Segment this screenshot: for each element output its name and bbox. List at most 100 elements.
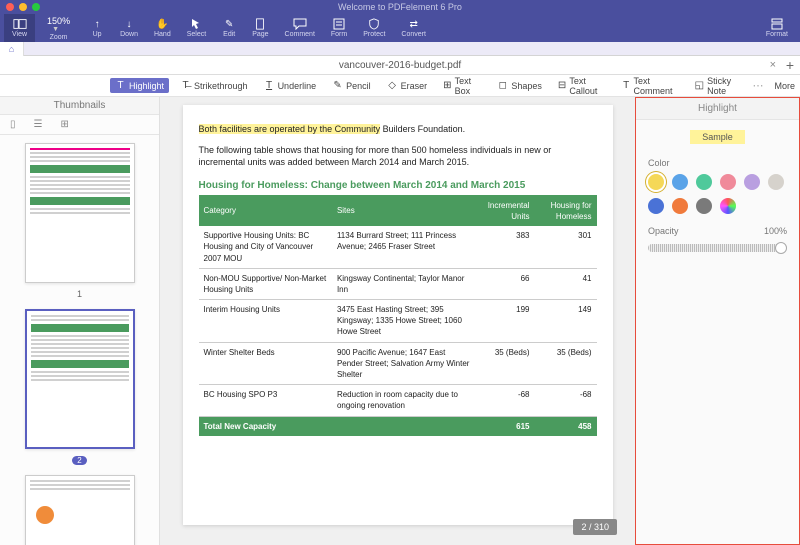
view-icon (13, 18, 27, 30)
protect-button[interactable]: Protect (355, 14, 393, 42)
color-swatch[interactable] (768, 174, 784, 190)
minimize-window-button[interactable] (19, 3, 27, 11)
thumbnails-title: Thumbnails (0, 97, 159, 115)
view-label: View (12, 31, 27, 38)
table-row: BC Housing SPO P3Reduction in room capac… (199, 385, 597, 416)
view-tab[interactable]: View (4, 14, 35, 42)
thumb-tab-pages[interactable]: ▯ (10, 119, 16, 130)
strikethrough-icon: T̶ (180, 80, 191, 91)
arrow-up-icon: ↑ (90, 18, 104, 30)
hand-button[interactable]: ✋Hand (146, 14, 179, 42)
color-swatch[interactable] (696, 174, 712, 190)
thumb-tab-grid[interactable]: ⊞ (60, 119, 68, 130)
doc-line-1: Both facilities are operated by the Comm… (199, 123, 597, 136)
page-button[interactable]: Page (244, 14, 276, 42)
up-button[interactable]: ↑Up (82, 14, 112, 42)
textcallout-tool[interactable]: ⊟Text Callout (553, 74, 611, 98)
textcomment-tool[interactable]: TText Comment (617, 74, 684, 98)
document-tab-bar: vancouver-2016-budget.pdf × + (0, 56, 800, 75)
th-homeless: Housing for Homeless (535, 196, 597, 226)
shield-icon (367, 18, 381, 30)
chevron-down-icon: ▼ (52, 26, 59, 33)
thumb-tab-outline[interactable]: ☰ (34, 119, 43, 130)
opacity-slider[interactable] (648, 244, 787, 252)
document-view[interactable]: Both facilities are operated by the Comm… (160, 97, 635, 545)
thumbnails-list[interactable]: 1 2 (0, 135, 159, 545)
table-row: Interim Housing Units3475 East Hasting S… (199, 300, 597, 343)
stickynote-icon: ◱ (695, 80, 704, 91)
th-sites: Sites (332, 196, 475, 226)
strikethrough-tool[interactable]: T̶Strikethrough (175, 78, 253, 93)
color-label: Color (636, 154, 799, 174)
more-dots: ⋯ (752, 79, 763, 92)
close-tab-button[interactable]: × (770, 59, 776, 71)
comment-button[interactable]: Comment (277, 14, 323, 42)
thumbnail-page-1[interactable] (25, 143, 135, 283)
home-tab[interactable]: ⌂ (0, 42, 24, 56)
second-bar: ⌂ (0, 42, 800, 56)
highlighted-text: Both facilities are operated by the Comm… (199, 124, 381, 134)
doc-paragraph: The following table shows that housing f… (199, 144, 597, 169)
shapes-tool[interactable]: ◻Shapes (492, 78, 547, 93)
page-indicator: 2 / 310 (573, 519, 617, 535)
color-swatch[interactable] (672, 174, 688, 190)
textbox-tool[interactable]: ⊞Text Box (438, 74, 486, 98)
highlight-sample: Sample (690, 130, 745, 144)
new-tab-button[interactable]: + (786, 57, 794, 73)
thumbnail-page-3[interactable] (25, 475, 135, 545)
thumbnails-tabs: ▯ ☰ ⊞ (0, 115, 159, 135)
form-icon (332, 18, 346, 30)
edit-icon: ✎ (222, 18, 236, 30)
color-swatches (636, 174, 799, 222)
page-icon (253, 18, 267, 30)
zoom-label: Zoom (50, 34, 68, 41)
highlight-icon: T (115, 80, 126, 91)
format-button[interactable]: Format (758, 14, 796, 42)
comment-icon (293, 18, 307, 30)
stickynote-tool[interactable]: ◱Sticky Note (690, 74, 747, 98)
color-swatch[interactable] (672, 198, 688, 214)
pencil-tool[interactable]: ✎Pencil (327, 78, 376, 93)
maximize-window-button[interactable] (32, 3, 40, 11)
color-swatch[interactable] (720, 174, 736, 190)
comment-toolbar: THighlight T̶Strikethrough TUnderline ✎P… (0, 75, 800, 97)
convert-button[interactable]: ⇄Convert (393, 14, 434, 42)
format-icon (770, 18, 784, 30)
close-window-button[interactable] (6, 3, 14, 11)
down-button[interactable]: ↓Down (112, 14, 146, 42)
thumbnail-page-2[interactable] (25, 309, 135, 449)
edit-button[interactable]: ✎Edit (214, 14, 244, 42)
underline-tool[interactable]: TUnderline (259, 78, 322, 93)
table-row: Non-MOU Supportive/ Non-Market Housing U… (199, 268, 597, 299)
highlight-tool[interactable]: THighlight (110, 78, 169, 93)
callout-icon: ⊟ (558, 80, 567, 91)
convert-icon: ⇄ (407, 18, 421, 30)
color-swatch[interactable] (696, 198, 712, 214)
more-button[interactable]: More (769, 79, 800, 93)
table-title: Housing for Homeless: Change between Mar… (199, 179, 597, 196)
eraser-icon: ◇ (387, 80, 398, 91)
color-swatch[interactable] (648, 198, 664, 214)
properties-title: Highlight (636, 98, 799, 120)
form-button[interactable]: Form (323, 14, 355, 42)
color-swatch[interactable] (744, 174, 760, 190)
thumbnails-panel: Thumbnails ▯ ☰ ⊞ 1 2 (0, 97, 160, 545)
pencil-icon: ✎ (332, 80, 343, 91)
zoom-control[interactable]: 150%▼ Zoom (35, 14, 82, 42)
color-swatch[interactable] (648, 174, 664, 190)
table-total-row: Total New Capacity615458 (199, 416, 597, 436)
document-tab[interactable]: vancouver-2016-budget.pdf (339, 60, 461, 71)
window-controls (6, 3, 40, 11)
th-category: Category (199, 196, 332, 226)
zoom-value: 150% (43, 16, 74, 26)
slider-handle[interactable] (775, 242, 787, 254)
textbox-icon: ⊞ (443, 80, 452, 91)
properties-panel: Highlight Sample Color Opacity 100% (635, 97, 800, 545)
table-row: Supportive Housing Units: BC Housing and… (199, 226, 597, 268)
select-button[interactable]: Select (179, 14, 214, 42)
housing-table: Category Sites Incremental Units Housing… (199, 196, 597, 436)
thumbnail-2-number: 2 (72, 456, 86, 465)
shapes-icon: ◻ (497, 80, 508, 91)
eraser-tool[interactable]: ◇Eraser (382, 78, 433, 93)
color-picker-button[interactable] (720, 198, 736, 214)
